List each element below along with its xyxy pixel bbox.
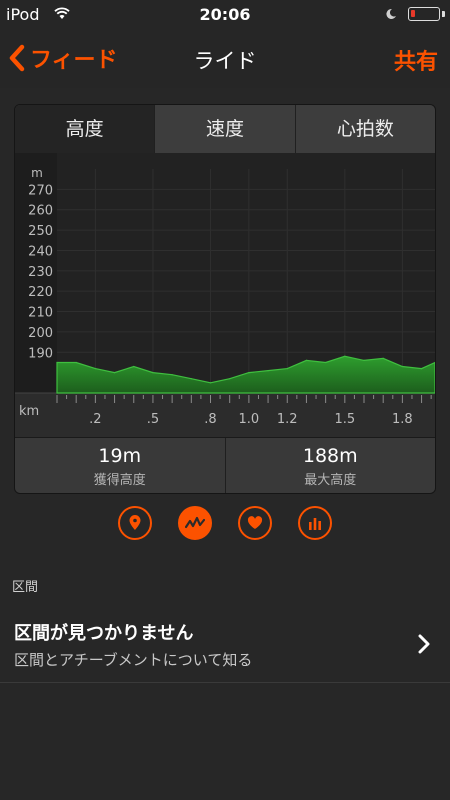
x-tick-label: .2 <box>89 412 101 427</box>
stat-value: 19m <box>98 445 142 467</box>
x-tick-label: 1.8 <box>392 412 413 427</box>
elevation-point <box>171 374 173 376</box>
battery-level <box>411 10 415 17</box>
chart-tabs: 高度 速度 心拍数 <box>15 105 435 160</box>
chart-card: 高度 速度 心拍数 190 200 210 220 230 240 250 260 270 .2.… <box>14 104 436 494</box>
elevation-chart[interactable]: 190 200 210 220 230 240 250 260 270 .2 .5 .8 1.0 1.2 1… <box>15 153 435 437</box>
x-tick-label: 1.0 <box>239 412 260 427</box>
clock: 20:06 <box>199 5 251 24</box>
y-tick-label: 220 <box>28 285 53 300</box>
y-axis-unit: m <box>31 166 43 180</box>
x-axis-unit: km <box>19 404 39 419</box>
elevation-point <box>133 365 135 368</box>
x-tick-label: .8 <box>204 412 216 427</box>
stat-value: 188m <box>302 445 358 467</box>
segments-subtitle: 区間とアチーブメントについて知る <box>14 651 253 669</box>
elevation-point <box>56 361 58 364</box>
share-button[interactable]: 共有 <box>394 44 438 76</box>
stat-label: 獲得高度 <box>93 473 146 488</box>
heart-icon <box>247 516 263 529</box>
elevation-point <box>421 368 423 370</box>
stat-label: 最大高度 <box>304 473 357 488</box>
nav-bar: フィード ライド 共有 <box>0 30 450 88</box>
elevation-point <box>152 372 154 374</box>
tab-elevation[interactable]: 高度 <box>15 105 156 160</box>
chart-type-selector <box>0 506 450 546</box>
battery-icon <box>408 7 440 21</box>
elevation-point <box>267 370 269 372</box>
page-title: ライド <box>193 49 257 73</box>
elevation-point <box>75 361 77 364</box>
elevation-point <box>305 359 307 361</box>
y-tick-label: 240 <box>28 244 53 259</box>
x-axis-panel <box>15 393 435 437</box>
map-pin-button[interactable] <box>118 506 152 540</box>
elevation-point <box>114 372 116 374</box>
analysis-button[interactable] <box>298 506 332 540</box>
elevation-point <box>363 359 365 361</box>
bar-chart-icon <box>309 518 321 530</box>
segments-row[interactable]: 区間が見つかりません 区間とアチーブメントについて知る <box>0 610 450 683</box>
activity-icon <box>185 516 205 529</box>
elevation-point <box>190 378 192 380</box>
elevation-point <box>401 365 403 368</box>
y-tick-label: 200 <box>28 326 53 341</box>
elevation-point <box>382 357 384 359</box>
chevron-right-icon <box>418 634 430 654</box>
elevation-point <box>209 382 212 384</box>
segments-header: 区間 <box>12 580 39 595</box>
stat-elevation-gain: 19m 獲得高度 <box>15 438 226 493</box>
x-tick-label: 1.5 <box>334 412 355 427</box>
stats-bar: 19m 獲得高度 188m 最大高度 <box>15 437 436 493</box>
battery-tip <box>442 11 445 17</box>
tab-heart-rate[interactable]: 心拍数 <box>296 105 435 153</box>
x-tick-label: .5 <box>147 412 159 427</box>
y-tick-label: 260 <box>28 204 53 219</box>
y-tick-label: 270 <box>28 183 53 198</box>
y-tick-label: 210 <box>28 306 53 321</box>
elevation-point <box>229 378 231 380</box>
elevation-point <box>325 361 327 364</box>
elevation-point <box>248 372 250 374</box>
y-tick-label: 230 <box>28 265 53 280</box>
segments-title: 区間が見つかりません <box>14 623 194 644</box>
y-tick-label: 250 <box>28 224 53 239</box>
tab-speed[interactable]: 速度 <box>155 105 296 153</box>
stat-max-elevation: 188m 最大高度 <box>226 438 436 493</box>
y-tick-label: 190 <box>28 346 53 361</box>
elevation-point <box>286 368 288 370</box>
elevation-profile-button[interactable] <box>178 506 212 540</box>
status-bar: iPod 20:06 <box>0 0 450 30</box>
x-tick-label: 1.2 <box>277 412 298 427</box>
pin-icon <box>129 515 141 530</box>
elevation-point <box>344 355 346 357</box>
elevation-point <box>94 368 96 370</box>
do-not-disturb-icon <box>386 8 396 19</box>
heart-rate-button[interactable] <box>238 506 272 540</box>
